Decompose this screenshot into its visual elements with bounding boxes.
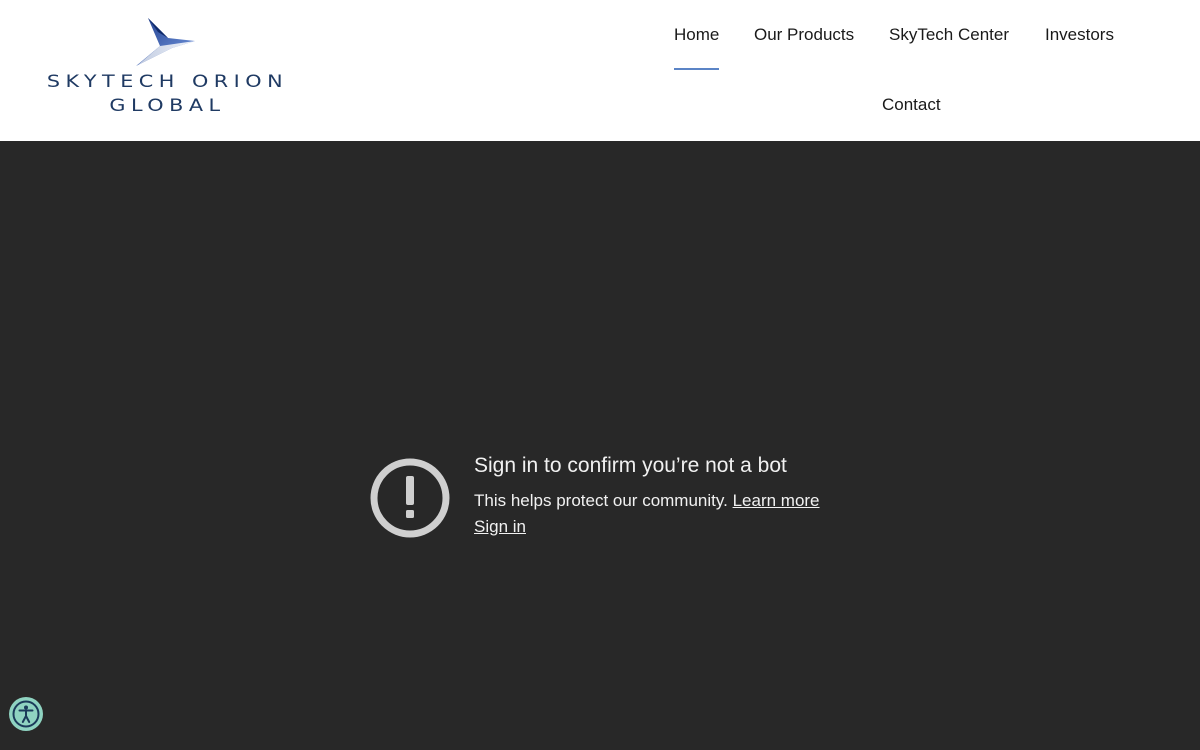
logo-text-line2: GLOBAL (109, 96, 226, 116)
notice-body-text: This helps protect our community. (474, 491, 728, 510)
bird-logo-icon (136, 18, 195, 66)
learn-more-link[interactable]: Learn more (733, 491, 820, 510)
site-logo[interactable]: SKYTECH ORION GLOBAL (40, 14, 295, 119)
nav-our-products[interactable]: Our Products (754, 25, 854, 45)
nav-investors[interactable]: Investors (1045, 25, 1114, 45)
video-embed: Sign in to confirm you’re not a bot This… (0, 141, 1200, 750)
exclamation-circle-icon (370, 458, 450, 538)
nav-contact[interactable]: Contact (882, 95, 941, 115)
nav-home[interactable]: Home (674, 25, 719, 45)
logo-text-line1: SKYTECH ORION (46, 72, 289, 92)
notice-title: Sign in to confirm you’re not a bot (474, 454, 787, 477)
site-header: SKYTECH ORION GLOBAL Home Our Products S… (0, 0, 1200, 141)
nav-active-indicator (674, 68, 719, 70)
sign-in-link[interactable]: Sign in (474, 517, 526, 537)
accessibility-icon (12, 700, 40, 728)
accessibility-button[interactable] (9, 697, 43, 731)
notice-body: This helps protect our community. Learn … (474, 491, 820, 511)
nav-skytech-center[interactable]: SkyTech Center (889, 25, 1009, 45)
